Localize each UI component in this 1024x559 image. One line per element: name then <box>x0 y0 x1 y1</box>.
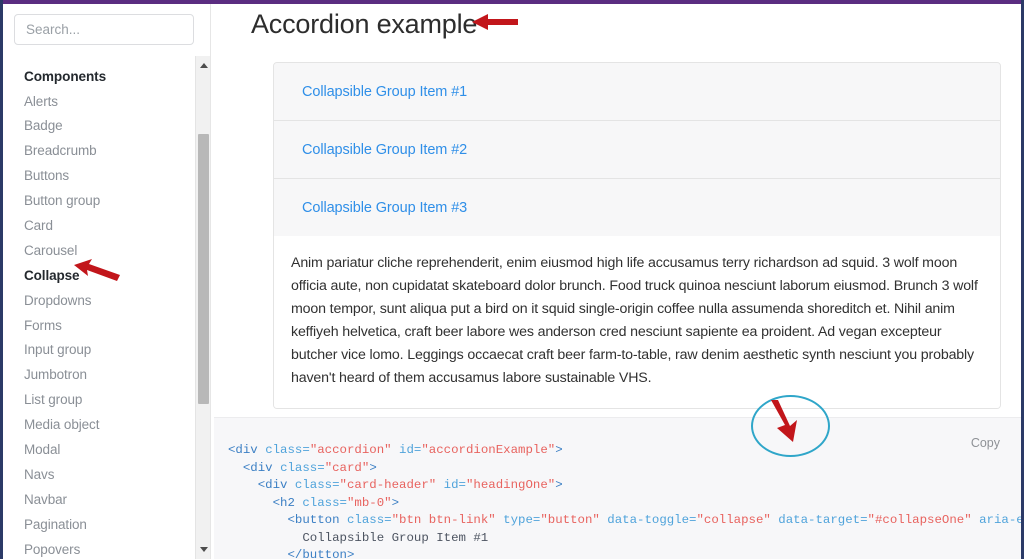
sidebar-item-card[interactable]: Card <box>3 213 193 238</box>
code-token: <h2 <box>228 495 303 510</box>
sidebar-item-navbar[interactable]: Navbar <box>3 487 193 512</box>
code-snippet[interactable]: <div class="accordion" id="accordionExam… <box>214 418 1021 559</box>
code-line: <button class="btn btn-link" type="butto… <box>228 513 1021 527</box>
sidebar-scrollbar[interactable] <box>195 56 210 559</box>
code-token: "card" <box>324 460 370 475</box>
sidebar-nav-scroll-area[interactable]: Components Alerts Badge Breadcrumb Buttons Bu… <box>3 56 210 559</box>
code-token: "collapse" <box>696 513 779 527</box>
code-token: > <box>369 460 377 475</box>
sidebar-item-modal[interactable]: Modal <box>3 437 193 462</box>
code-token: class= <box>265 443 310 457</box>
scroll-up-arrow-icon[interactable] <box>196 58 211 73</box>
code-line: <h2 class="mb-0"> <box>228 496 399 510</box>
code-token: "accordion" <box>309 443 400 457</box>
page-title: Accordion example <box>251 9 478 39</box>
annotation-arrow-collapse-icon <box>74 259 120 281</box>
sidebar-heading-components: Components <box>24 68 107 84</box>
code-example-panel: Copy <div class="accordion" id="accordio… <box>214 417 1021 559</box>
code-line: Collapsible Group Item #1 <box>228 531 488 545</box>
copy-button[interactable]: Copy <box>965 434 1006 452</box>
sidebar-item-jumbotron[interactable]: Jumbotron <box>3 363 193 388</box>
code-token: aria-expand <box>979 513 1021 527</box>
sidebar-item-dropdowns[interactable]: Dropdowns <box>3 288 193 313</box>
accordion-toggle-1[interactable]: Collapsible Group Item #1 <box>302 84 467 100</box>
browser-top-accent-bar <box>3 0 1021 4</box>
accordion-card-3: Collapsible Group Item #3 Anim pariatur … <box>274 179 1000 408</box>
code-token: "card-header" <box>339 478 444 492</box>
sidebar-item-button-group[interactable]: Button group <box>3 188 193 213</box>
code-token: > <box>555 443 563 457</box>
sidebar-item-input-group[interactable]: Input group <box>3 338 193 363</box>
accordion-header-1[interactable]: Collapsible Group Item #1 <box>274 63 1000 120</box>
accordion-card-1: Collapsible Group Item #1 <box>274 63 1000 121</box>
code-token: </button> <box>228 548 355 559</box>
code-token: > <box>555 478 563 492</box>
code-token: "headingOne" <box>465 478 556 492</box>
code-token: <div <box>228 478 295 492</box>
code-token: <div <box>228 460 281 475</box>
code-token: id= <box>399 443 422 457</box>
code-token: "mb-0" <box>346 495 392 510</box>
code-token: class= <box>302 495 347 510</box>
page-title-row: Accordion example <box>214 4 1021 50</box>
sidebar: Components AlertsBadgeBreadcrumbButtonsBu… <box>3 4 211 559</box>
sidebar-item-popovers[interactable]: Popovers <box>3 537 193 559</box>
accordion-header-3[interactable]: Collapsible Group Item #3 <box>274 179 1000 236</box>
code-line: <div class="accordion" id="accordionExam… <box>228 443 563 457</box>
scroll-down-arrow-icon[interactable] <box>196 542 211 557</box>
annotation-arrow-copy-icon <box>771 400 797 442</box>
sidebar-item-alerts[interactable]: Alerts <box>3 89 193 114</box>
search-container <box>3 4 210 45</box>
accordion-toggle-3[interactable]: Collapsible Group Item #3 <box>302 200 467 216</box>
code-line: <div class="card"> <box>228 461 377 475</box>
sidebar-item-media-object[interactable]: Media object <box>3 412 193 437</box>
sidebar-item-breadcrumb[interactable]: Breadcrumb <box>3 139 193 164</box>
code-token: Collapsible Group Item #1 <box>228 530 489 545</box>
code-token: "#collapseOne" <box>867 513 980 527</box>
main-content: Accordion example Collapsible Group Item… <box>214 4 1021 559</box>
code-token: id= <box>443 478 466 492</box>
accordion: Collapsible Group Item #1 Collapsible Gr… <box>273 62 1001 409</box>
code-token: "btn btn-link" <box>391 513 504 527</box>
search-input[interactable] <box>14 14 194 45</box>
accordion-toggle-2[interactable]: Collapsible Group Item #2 <box>302 142 467 158</box>
code-line: <div class="card-header" id="headingOne"… <box>228 478 563 492</box>
code-token: "button" <box>540 513 608 527</box>
code-token: <button <box>228 513 347 527</box>
accordion-body-3: Anim pariatur cliche reprehenderit, enim… <box>274 236 1000 408</box>
code-token: > <box>391 495 400 510</box>
code-token: type= <box>503 513 541 527</box>
sidebar-item-buttons[interactable]: Buttons <box>3 164 193 189</box>
code-token: data-toggle= <box>607 513 697 527</box>
code-token: class= <box>280 460 325 475</box>
code-token: class= <box>346 513 392 527</box>
code-token: <div <box>228 443 266 457</box>
browser-page: Components AlertsBadgeBreadcrumbButtonsBu… <box>0 0 1024 559</box>
scrollbar-thumb[interactable] <box>198 134 209 404</box>
sidebar-nav-list: Components Alerts Badge Breadcrumb Buttons Bu… <box>3 56 193 559</box>
sidebar-item-pagination[interactable]: Pagination <box>3 512 193 537</box>
sidebar-item-navs[interactable]: Navs <box>3 462 193 487</box>
accordion-header-2[interactable]: Collapsible Group Item #2 <box>274 121 1000 178</box>
code-token: data-target= <box>778 513 868 527</box>
annotation-arrow-title-icon <box>472 14 518 30</box>
accordion-card-2: Collapsible Group Item #2 <box>274 121 1000 179</box>
sidebar-item-list-group[interactable]: List group <box>3 388 193 413</box>
code-token: "accordionExample" <box>421 443 556 457</box>
sidebar-item-badge[interactable]: Badge <box>3 114 193 139</box>
sidebar-item-forms[interactable]: Forms <box>3 313 193 338</box>
code-line: </button> <box>228 548 354 559</box>
code-token: class= <box>294 478 340 492</box>
